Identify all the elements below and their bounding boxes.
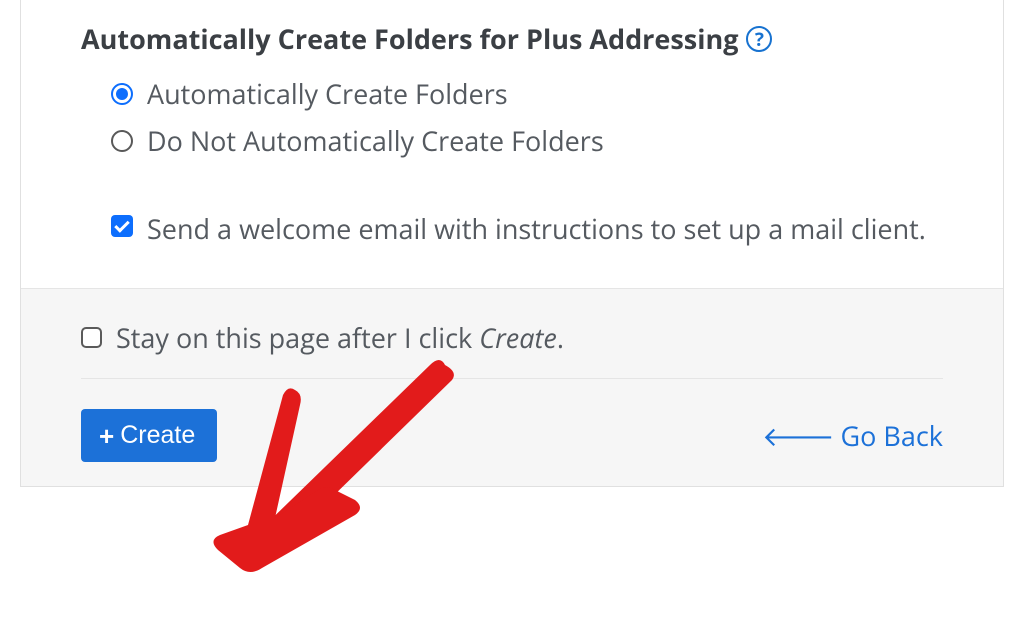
plus-icon: + bbox=[99, 423, 114, 449]
welcome-email-label: Send a welcome email with instructions t… bbox=[147, 209, 926, 248]
radio-option-no-auto-create[interactable]: Do Not Automatically Create Folders bbox=[111, 122, 943, 159]
welcome-email-row[interactable]: Send a welcome email with instructions t… bbox=[81, 209, 943, 248]
help-icon[interactable]: ? bbox=[746, 26, 772, 52]
radio-label-no-auto-create: Do Not Automatically Create Folders bbox=[147, 122, 604, 159]
upper-section: Automatically Create Folders for Plus Ad… bbox=[21, 0, 1003, 288]
button-row: + Create 🡐 Go Back bbox=[81, 401, 943, 468]
welcome-email-checkbox[interactable] bbox=[111, 215, 133, 237]
stay-label-emphasis: Create bbox=[479, 319, 557, 356]
arrow-left-icon: 🡐 bbox=[762, 417, 834, 454]
folder-radio-group: Automatically Create Folders Do Not Auto… bbox=[81, 75, 943, 159]
stay-on-page-row[interactable]: Stay on this page after I click Create. bbox=[81, 319, 943, 379]
stay-label-prefix: Stay on this page after I click bbox=[116, 319, 479, 356]
radio-label-auto-create: Automatically Create Folders bbox=[147, 75, 508, 112]
stay-on-page-checkbox[interactable] bbox=[81, 327, 102, 348]
stay-on-page-label: Stay on this page after I click Create. bbox=[116, 319, 564, 356]
stay-label-suffix: . bbox=[557, 319, 564, 356]
radio-option-auto-create[interactable]: Automatically Create Folders bbox=[111, 75, 943, 112]
footer-section: Stay on this page after I click Create. … bbox=[21, 288, 1003, 486]
go-back-link[interactable]: 🡐 Go Back bbox=[762, 417, 943, 454]
section-heading: Automatically Create Folders for Plus Ad… bbox=[81, 20, 943, 57]
radio-input-auto-create[interactable] bbox=[111, 83, 133, 105]
create-button[interactable]: + Create bbox=[81, 409, 217, 462]
settings-panel: Automatically Create Folders for Plus Ad… bbox=[20, 0, 1004, 487]
radio-input-no-auto-create[interactable] bbox=[111, 130, 133, 152]
create-button-label: Create bbox=[120, 421, 195, 450]
go-back-label: Go Back bbox=[841, 417, 943, 454]
section-heading-text: Automatically Create Folders for Plus Ad… bbox=[81, 20, 738, 57]
